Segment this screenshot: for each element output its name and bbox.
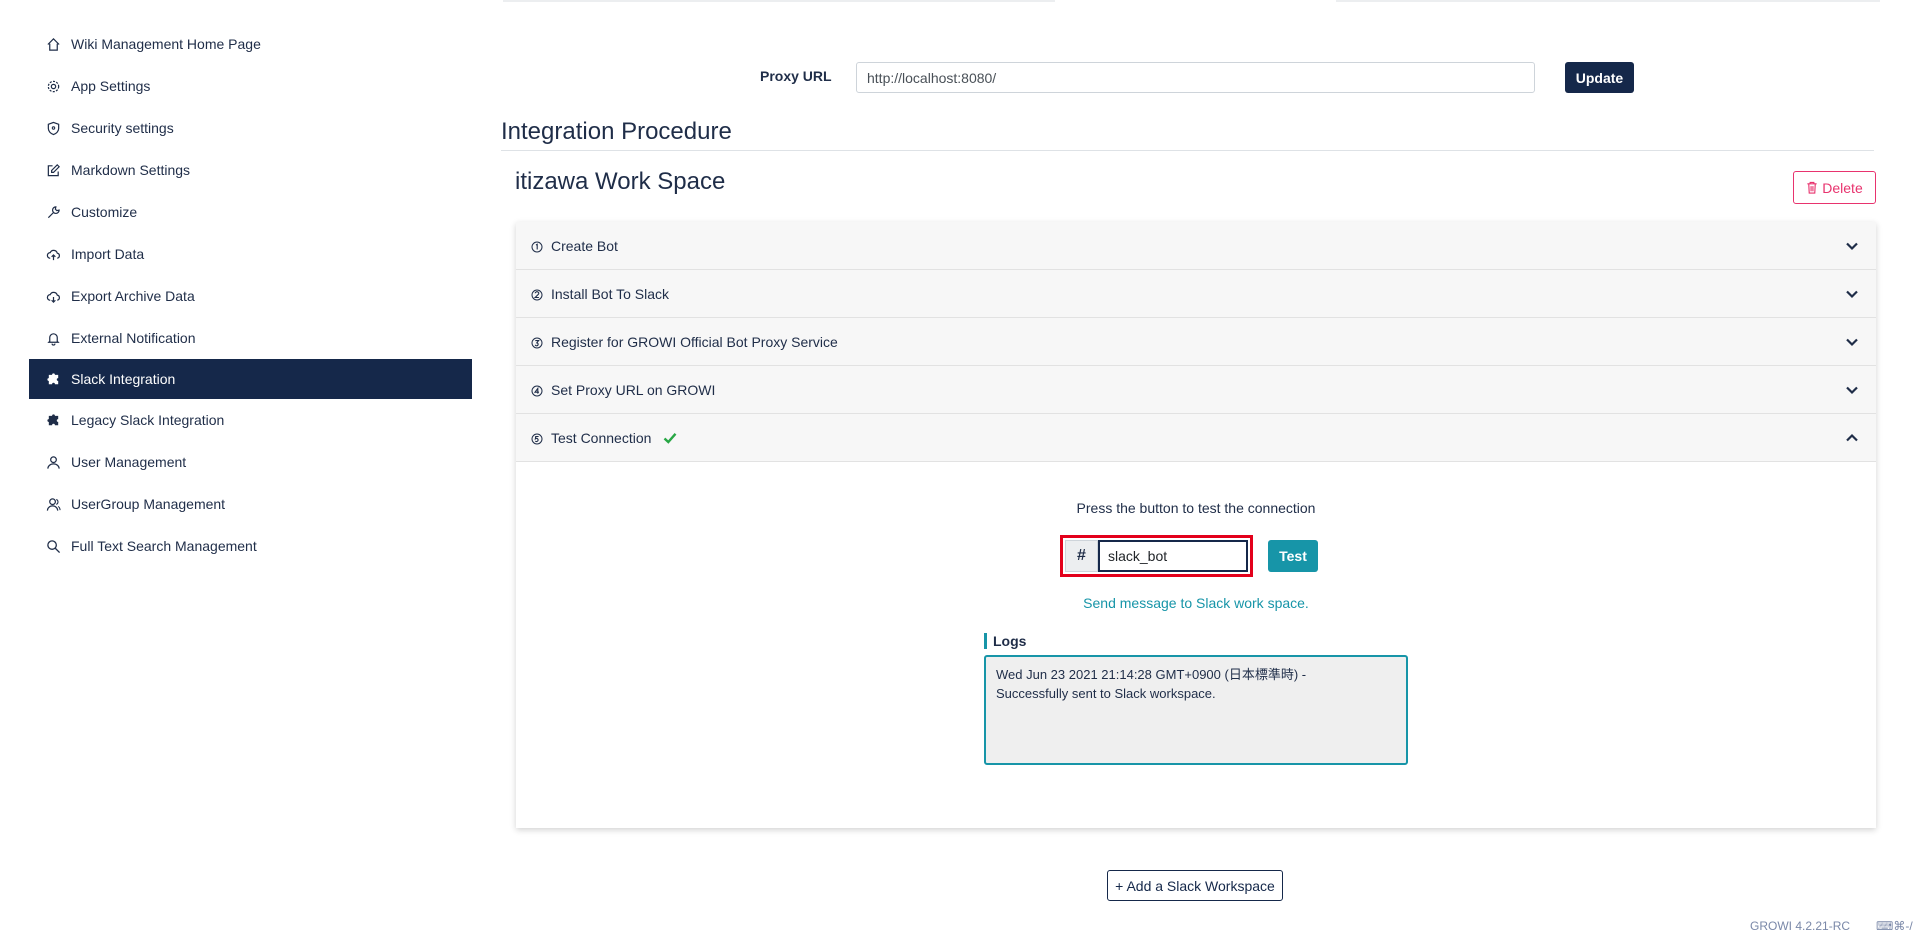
sidebar-item-customize[interactable]: Customize [29,191,472,233]
chevron-down-icon [1846,338,1858,347]
sidebar-item-user-management[interactable]: User Management [29,441,472,483]
sidebar-item-label: Security settings [71,120,174,136]
sidebar-item-label: Customize [71,204,138,220]
cloud-download-icon [45,288,61,304]
step-number-icon [531,240,543,252]
chevron-up-icon [1846,433,1858,442]
sidebar-item-app-settings[interactable]: App Settings [29,65,472,107]
step-label: Test Connection [551,429,652,446]
cloud-upload-icon [45,246,61,262]
delete-button[interactable]: Delete [1793,171,1876,204]
step-number-icon [531,336,543,348]
section-divider [501,150,1874,151]
sidebar-item-label: UserGroup Management [71,496,226,512]
search-icon [45,538,61,554]
step-label: Set Proxy URL on GROWI [551,381,716,398]
sidebar-item-label: User Management [71,454,187,470]
puzzle-icon [45,371,61,387]
channel-input-group: # [1060,535,1253,577]
user-icon [45,454,61,470]
sidebar-item-label: Full Text Search Management [71,538,257,554]
sidebar-item-label: External Notification [71,330,196,346]
sidebar-item-markdown[interactable]: Markdown Settings [29,149,472,191]
step-number-icon [531,384,543,396]
sidebar-item-label: Legacy Slack Integration [71,412,225,428]
bell-icon [45,330,61,346]
wrench-icon [45,204,61,220]
channel-input[interactable] [1098,540,1248,572]
trash-icon [1807,181,1817,194]
step-test-connection[interactable]: Test Connection [516,414,1876,462]
sidebar-item-label: Markdown Settings [71,162,191,178]
version-label: GROWI 4.2.21-RC [1750,919,1851,933]
send-message-text: Send message to Slack work space. [1083,595,1309,611]
proxy-url-input[interactable] [856,62,1535,93]
step-label: Install Bot To Slack [551,285,670,302]
sidebar-item-label: Export Archive Data [71,288,195,304]
add-slack-workspace-button[interactable]: + Add a Slack Workspace [1107,870,1283,901]
sidebar-item-slack-integration[interactable]: Slack Integration [29,359,472,399]
sidebar-item-label: App Settings [71,78,151,94]
gear-icon [45,78,61,94]
hash-prefix: # [1065,540,1098,572]
edit-icon [45,162,61,178]
logs-textarea[interactable]: Wed Jun 23 2021 21:14:28 GMT+0900 (日本標準時… [984,655,1408,765]
step-number-icon [531,432,543,444]
test-button[interactable]: Test [1268,540,1318,572]
step-label: Create Bot [551,237,618,254]
sidebar-item-wiki-home[interactable]: Wiki Management Home Page [29,23,472,65]
users-icon [45,496,61,512]
step-register-proxy[interactable]: Register for GROWI Official Bot Proxy Se… [516,318,1876,366]
step-set-proxy-url[interactable]: Set Proxy URL on GROWI [516,366,1876,414]
admin-sidebar: Wiki Management Home Page App Settings S… [29,23,472,567]
test-caption: Press the button to test the connection [1076,500,1316,516]
update-button[interactable]: Update [1565,62,1634,93]
top-border-right [1336,0,1880,2]
step-install-bot[interactable]: Install Bot To Slack [516,270,1876,318]
chevron-down-icon [1846,386,1858,395]
chevron-down-icon [1846,290,1858,299]
shortcut-hint[interactable]: ⌨⌘-/ [1876,919,1913,933]
step-create-bot[interactable]: Create Bot [516,222,1876,270]
sidebar-item-notification[interactable]: External Notification [29,317,472,359]
step-label: Register for GROWI Official Bot Proxy Se… [551,333,838,350]
sidebar-item-security[interactable]: Security settings [29,107,472,149]
sidebar-item-label: Slack Integration [71,371,176,387]
check-icon [664,432,677,444]
top-border-left [503,0,1055,2]
puzzle-icon [45,412,61,428]
sidebar-item-usergroup-management[interactable]: UserGroup Management [29,483,472,525]
workspace-name: itizawa Work Space [515,168,726,195]
proxy-url-label: Proxy URL [760,68,832,84]
sidebar-item-label: Import Data [71,246,145,262]
delete-label: Delete [1822,179,1863,196]
sidebar-item-search-management[interactable]: Full Text Search Management [29,525,472,567]
step-number-icon [531,288,543,300]
sidebar-item-export[interactable]: Export Archive Data [29,275,472,317]
sidebar-item-label: Wiki Management Home Page [71,36,261,52]
integration-steps-accordion: Create Bot Install Bot To Slack Register… [516,222,1876,828]
sidebar-item-legacy-slack[interactable]: Legacy Slack Integration [29,399,472,441]
shield-icon [45,120,61,136]
section-title: Integration Procedure [501,118,732,145]
logs-label: Logs [984,633,1026,649]
home-icon [45,36,61,52]
sidebar-item-import[interactable]: Import Data [29,233,472,275]
chevron-down-icon [1846,242,1858,251]
